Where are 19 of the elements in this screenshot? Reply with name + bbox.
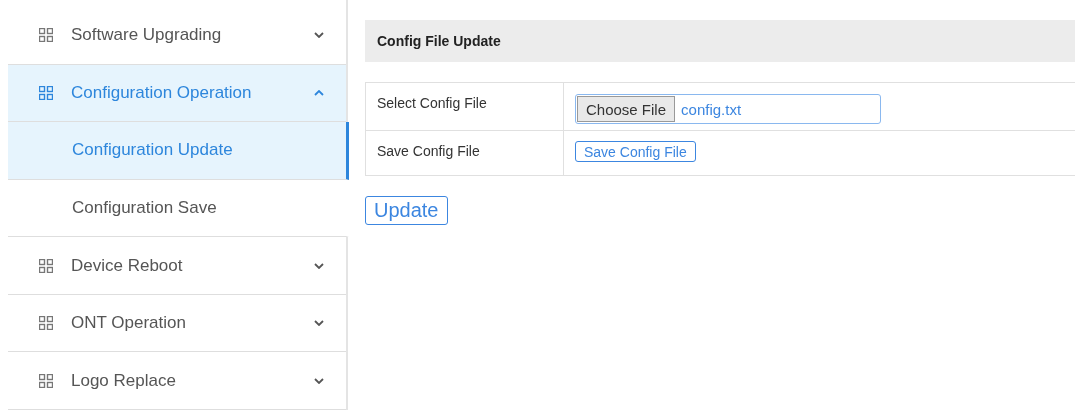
chevron-down-icon — [314, 377, 324, 384]
update-button[interactable]: Update — [365, 196, 448, 225]
grid-icon — [39, 316, 53, 331]
grid-icon — [39, 85, 53, 100]
chevron-down-icon — [314, 262, 324, 269]
panel-title: Config File Update — [365, 20, 1075, 62]
grid-icon — [39, 28, 53, 43]
chevron-up-icon — [314, 89, 324, 96]
choose-file-button[interactable]: Choose File — [577, 96, 676, 122]
grid-icon — [39, 258, 53, 273]
chevron-down-icon — [314, 320, 324, 327]
field-label: Save Config File — [366, 131, 564, 175]
sidebar-subitem[interactable]: Configuration Save — [8, 179, 349, 238]
chevron-down-icon — [314, 32, 324, 39]
file-name: config.txt — [681, 100, 742, 118]
field-label: Select Config File — [366, 83, 564, 130]
file-input-field[interactable]: Choose File config.txt — [575, 94, 881, 124]
save-config-button[interactable]: Save Config File — [575, 141, 696, 162]
grid-icon — [39, 373, 53, 388]
